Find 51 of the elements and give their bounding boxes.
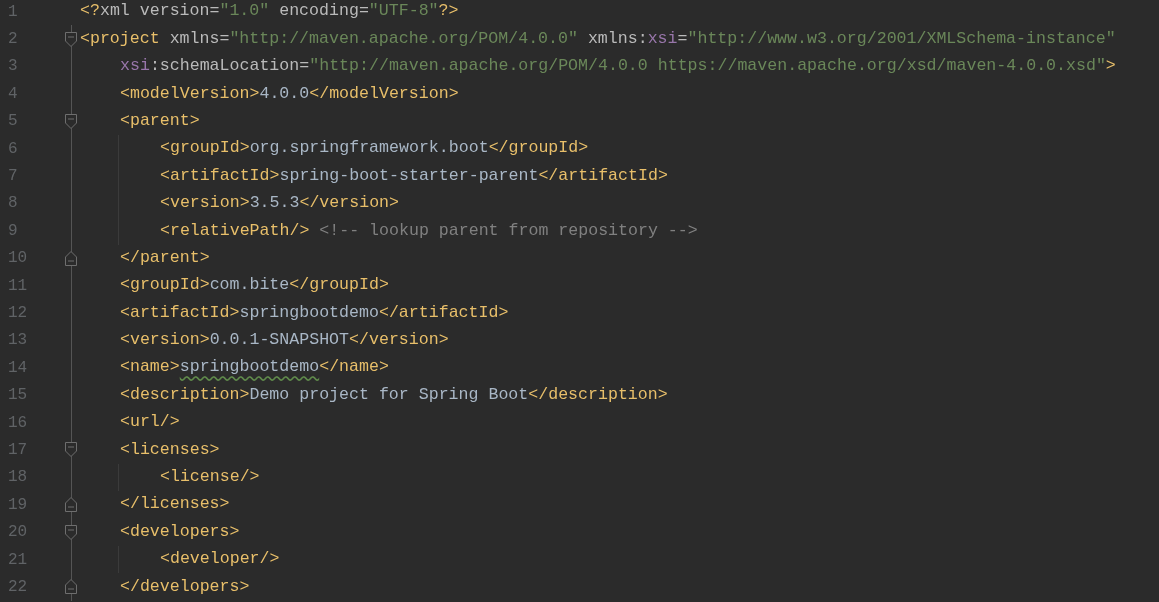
line-number: 15 (8, 387, 28, 404)
line-number: 21 (8, 551, 28, 568)
line-number: 16 (8, 414, 28, 431)
code-line: <developer/> (160, 551, 280, 568)
line-number: 9 (8, 222, 18, 239)
code-line: <version>3.5.3</version> (160, 195, 399, 212)
line-number: 12 (8, 305, 28, 321)
code-line: <url/> (120, 414, 180, 431)
code-line: <artifactId>spring-boot-starter-parent</artifactId> (160, 167, 668, 185)
line-number: 1 (8, 3, 18, 20)
fold-icon[interactable] (65, 524, 77, 540)
code-line: <groupId>org.springframework.boot</groupId> (160, 140, 589, 157)
line-number: 3 (8, 58, 18, 75)
line-number: 6 (8, 140, 18, 157)
code-line: <description>Demo project for Spring Boot</description> (120, 386, 668, 404)
line-number: 2 (8, 31, 18, 48)
code-line: </parent> (120, 249, 210, 267)
code-line: <licenses> (120, 441, 220, 459)
code-line: <groupId>com.bite</groupId> (120, 277, 389, 294)
fold-icon[interactable] (65, 250, 77, 266)
code-line: xsi:schemaLocation="http://maven.apache.org/POM/4.0.0 https://maven.apache.org/xsd/maven-4.0.0.xsd"> (120, 58, 1116, 75)
line-number: 10 (8, 250, 28, 267)
code-line: <modelVersion>4.0.0</modelVersion> (120, 85, 459, 103)
fold-icon[interactable] (65, 442, 77, 458)
line-number: 14 (8, 359, 28, 376)
line-number: 17 (8, 441, 28, 458)
fold-icon[interactable] (65, 579, 77, 595)
line-number: 5 (8, 113, 18, 130)
fold-icon[interactable] (65, 31, 77, 47)
line-number: 8 (8, 195, 18, 212)
line-number: 18 (8, 469, 28, 486)
line-number: 4 (8, 85, 18, 102)
code-line: <artifactId>springbootdemo</artifactId> (120, 304, 509, 322)
code-line: <project xmlns="http://maven.apache.org/POM/4.0.0" xmlns:xsi="http://www.w3.org/2001/XMLSchema-instance" (80, 30, 1116, 48)
code-line: <relativePath/> <!-- lookup parent from repository --> (160, 222, 698, 240)
code-line: </licenses> (120, 496, 230, 513)
code-line: <parent> (120, 112, 200, 130)
line-number: 20 (8, 524, 28, 541)
line-number: 22 (8, 578, 28, 595)
code-line: <name>springbootdemo</name> (120, 359, 389, 377)
line-number: 11 (8, 277, 28, 294)
code-line: <version>0.0.1-SNAPSHOT</version> (120, 332, 449, 349)
fold-icon[interactable] (65, 497, 77, 513)
line-number: 19 (8, 496, 28, 513)
code-line: <?xml version="1.0" encoding="UTF-8"?> (80, 3, 459, 20)
line-number: 13 (8, 332, 28, 349)
code-line: <developers> (120, 523, 240, 541)
fold-icon[interactable] (65, 113, 77, 129)
code-line: <license/> (160, 469, 260, 486)
line-number: 7 (8, 168, 18, 185)
code-line: </developers> (120, 578, 250, 596)
